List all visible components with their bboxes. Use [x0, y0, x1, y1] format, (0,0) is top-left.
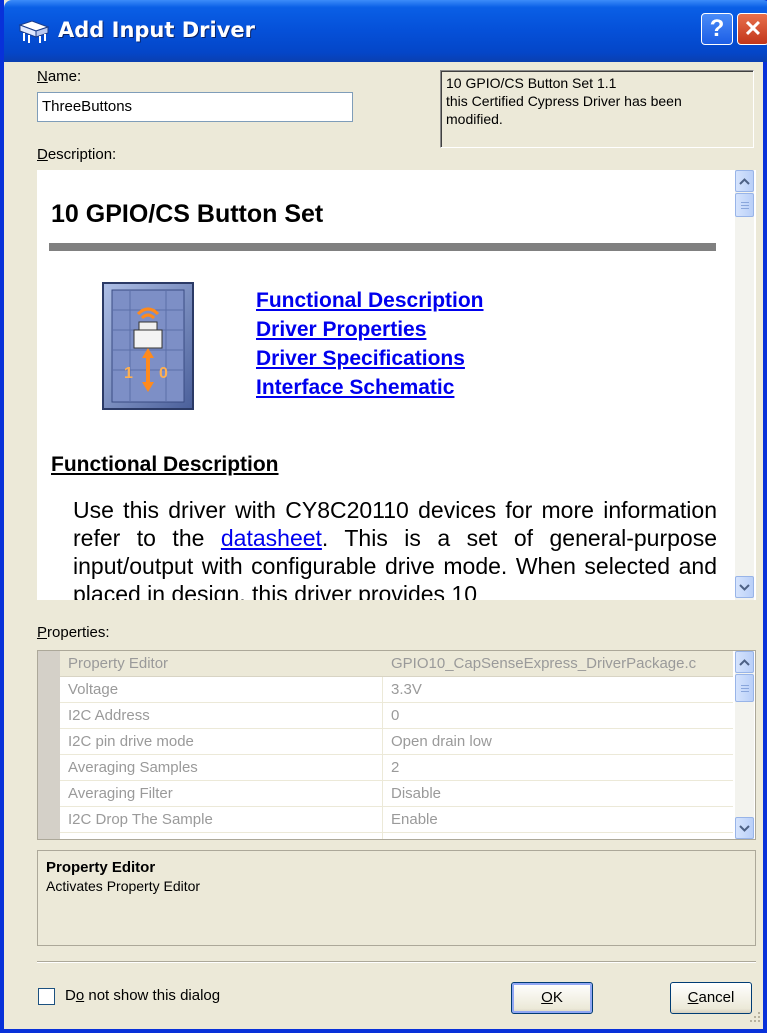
column-divider — [382, 703, 383, 728]
property-row[interactable]: Averaging Filter Disable — [60, 781, 733, 807]
description-label: Description: — [37, 146, 117, 163]
chevron-down-icon — [739, 583, 750, 591]
property-value[interactable]: GPIO10_CapSenseExpress_DriverPackage.c — [391, 655, 696, 672]
chevron-up-icon — [739, 177, 750, 185]
description-panel[interactable]: 10 GPIO/CS Button Set 1 0 Functional Des… — [37, 170, 756, 600]
scroll-up-button[interactable] — [735, 170, 754, 192]
property-name: Duty Cycle, % — [68, 837, 162, 839]
chip-icon: 1 0 — [102, 282, 194, 410]
property-name: I2C Drop The Sample — [68, 811, 213, 828]
section-heading: Functional Description — [51, 453, 279, 476]
footer-separator — [37, 961, 756, 963]
dialog-window: Add Input Driver ? ✕ Name: ThreeButtons … — [0, 0, 767, 1033]
property-row-selected[interactable]: Property Editor GPIO10_CapSenseExpress_Dr… — [60, 651, 733, 677]
column-divider — [382, 807, 383, 832]
property-value[interactable]: Enable — [391, 811, 438, 828]
window-title: Add Input Driver — [58, 18, 255, 42]
properties-scrollbar[interactable] — [735, 651, 754, 839]
info-line: this Certified Cypress Driver has been — [446, 93, 682, 109]
help-title: Property Editor — [46, 859, 156, 876]
link-interface-schematic[interactable]: Interface Schematic — [256, 373, 484, 402]
title-bar[interactable]: Add Input Driver ? ✕ — [4, 0, 767, 62]
property-value[interactable]: 2 — [391, 759, 399, 776]
grid-margin — [38, 651, 60, 839]
property-row[interactable]: Duty Cycle, % 0.5 — [60, 833, 733, 839]
title-divider — [49, 243, 716, 251]
driver-app-icon — [18, 20, 50, 43]
resize-grip-icon[interactable] — [748, 1010, 762, 1024]
property-help-panel: Property Editor Activates Property Edito… — [37, 850, 756, 946]
properties-scroll-up-button[interactable] — [735, 651, 754, 673]
name-label: Name: — [37, 68, 82, 85]
name-input[interactable]: ThreeButtons — [37, 92, 353, 122]
help-text: Activates Property Editor — [46, 878, 201, 894]
description-paragraph: Use this driver with CY8C20110 devices f… — [73, 497, 717, 600]
column-divider — [382, 651, 383, 676]
description-scrollbar[interactable] — [735, 170, 754, 600]
property-row[interactable]: Voltage 3.3V — [60, 677, 733, 703]
ok-button[interactable]: OK — [511, 982, 593, 1014]
chevron-down-icon — [739, 824, 750, 832]
column-divider — [382, 729, 383, 754]
properties-scroll-down-button[interactable] — [735, 817, 754, 839]
link-driver-properties[interactable]: Driver Properties — [256, 315, 484, 344]
help-button[interactable]: ? — [701, 13, 733, 45]
property-value[interactable]: 3.3V — [391, 681, 422, 698]
properties-scroll-thumb[interactable] — [735, 674, 754, 702]
property-name: I2C Address — [68, 707, 150, 724]
chevron-up-icon — [739, 658, 750, 666]
property-value[interactable]: Open drain low — [391, 733, 492, 750]
info-line: 10 GPIO/CS Button Set 1.1 — [446, 75, 617, 91]
do-not-show-checkbox[interactable] — [38, 988, 55, 1005]
description-links: Functional Description Driver Properties… — [256, 286, 484, 402]
property-value[interactable]: Disable — [391, 785, 441, 802]
scroll-down-button[interactable] — [735, 576, 754, 598]
info-line: modified. — [446, 111, 503, 127]
property-name: Voltage — [68, 681, 119, 698]
property-row[interactable]: I2C Address 0 — [60, 703, 733, 729]
property-row[interactable]: I2C Drop The Sample Enable — [60, 807, 733, 833]
property-name: Averaging Samples — [68, 759, 198, 776]
properties-grid[interactable]: Property Editor GPIO10_CapSenseExpress_Dr… — [37, 650, 756, 840]
property-row[interactable]: I2C pin drive mode Open drain low — [60, 729, 733, 755]
column-divider — [382, 781, 383, 806]
link-driver-specifications[interactable]: Driver Specifications — [256, 344, 484, 373]
description-title: 10 GPIO/CS Button Set — [51, 200, 324, 228]
close-button[interactable]: ✕ — [737, 13, 767, 45]
property-row[interactable]: Averaging Samples 2 — [60, 755, 733, 781]
do-not-show-label[interactable]: Do not show this dialog — [65, 987, 220, 1004]
properties-label: Properties: — [37, 624, 110, 641]
column-divider — [382, 833, 383, 839]
help-icon: ? — [709, 15, 725, 42]
property-name: Property Editor — [68, 655, 169, 672]
svg-text:0: 0 — [159, 365, 168, 382]
property-value[interactable]: 0 — [391, 707, 399, 724]
svg-text:1: 1 — [124, 365, 133, 382]
property-value[interactable]: 0.5 — [391, 837, 412, 839]
link-datasheet[interactable]: datasheet — [221, 525, 322, 551]
column-divider — [382, 755, 383, 780]
cancel-button[interactable]: Cancel — [670, 982, 752, 1014]
close-icon: ✕ — [743, 16, 763, 41]
property-name: Averaging Filter — [68, 785, 173, 802]
column-divider — [382, 677, 383, 702]
link-functional-description[interactable]: Functional Description — [256, 286, 484, 315]
description-content: 10 GPIO/CS Button Set 1 0 Functional Des… — [37, 170, 729, 600]
property-name: I2C pin drive mode — [68, 733, 194, 750]
driver-info-box: 10 GPIO/CS Button Set 1.1 this Certified… — [440, 70, 754, 148]
scroll-thumb[interactable] — [735, 193, 754, 217]
